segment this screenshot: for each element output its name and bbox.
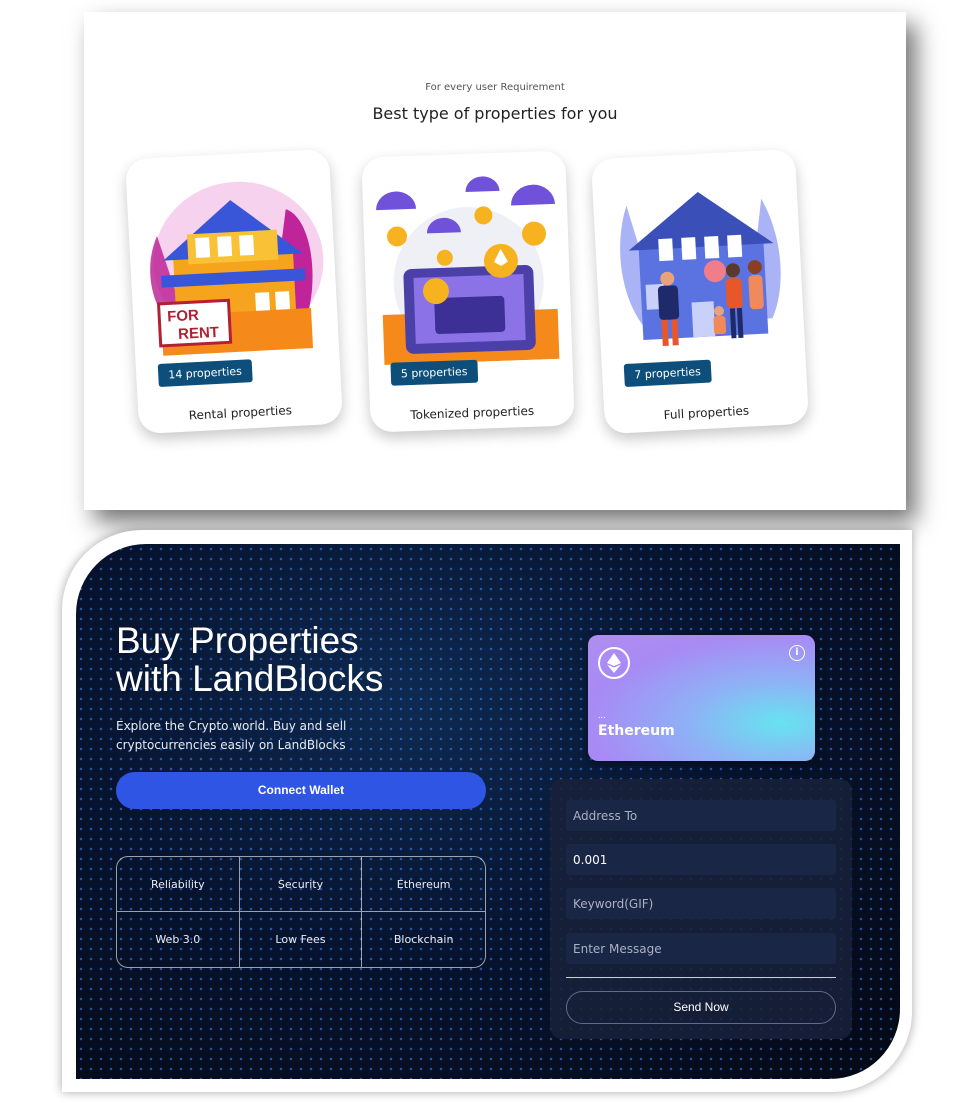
hero-title-line2: with LandBlocks bbox=[116, 658, 384, 699]
family-house-illustration bbox=[620, 191, 781, 347]
hero-subtitle: Explore the Crypto world. Buy and sell c… bbox=[116, 719, 347, 752]
property-card-rental[interactable]: FOR RENT 14 properties Rental properties bbox=[124, 148, 344, 435]
property-card-label: Tokenized properties bbox=[410, 403, 535, 423]
connect-wallet-button[interactable]: Connect Wallet bbox=[116, 772, 486, 809]
property-card-label: Full properties bbox=[663, 403, 750, 423]
property-card-full[interactable]: 7 properties Full properties bbox=[590, 148, 810, 435]
rental-house-illustration: FOR RENT bbox=[150, 181, 324, 356]
ethereum-card: i ... Ethereum bbox=[588, 635, 815, 761]
network-name: Ethereum bbox=[598, 723, 675, 739]
form-divider bbox=[566, 977, 836, 978]
feature-reliability: Reliability bbox=[117, 857, 240, 912]
message-input[interactable] bbox=[566, 933, 836, 964]
crypto-wallet-illustration bbox=[376, 176, 560, 365]
property-card-tokenized[interactable]: 5 properties Tokenized properties bbox=[361, 150, 575, 433]
section-title: Best type of properties for you bbox=[372, 104, 618, 123]
wallet-address: ... bbox=[598, 711, 606, 720]
hero-section: Buy Properties with LandBlocks Explore t… bbox=[76, 544, 900, 1079]
for-rent-sign-line2: RENT bbox=[178, 324, 220, 343]
ethereum-icon bbox=[598, 647, 630, 679]
keyword-gif-input[interactable] bbox=[566, 888, 836, 919]
properties-section: For every user Requirement Best type of … bbox=[84, 12, 906, 510]
feature-blockchain: Blockchain bbox=[393, 933, 454, 946]
feature-ethereum: Ethereum bbox=[362, 857, 485, 912]
property-count-badge: 7 properties bbox=[623, 359, 712, 388]
feature-low-fees: Low Fees bbox=[240, 912, 363, 967]
feature-web3: Web 3.0 bbox=[117, 912, 240, 967]
amount-input[interactable] bbox=[566, 844, 836, 875]
property-count-badge: 5 properties bbox=[390, 359, 478, 386]
hero-title: Buy Properties with LandBlocks bbox=[116, 622, 496, 698]
property-card-label: Rental properties bbox=[188, 403, 293, 423]
feature-security: Security bbox=[239, 857, 363, 912]
section-eyebrow: For every user Requirement bbox=[425, 82, 565, 93]
feature-grid: Reliability Security Ethereum Web 3.0 Lo… bbox=[116, 856, 486, 968]
property-count-badge: 14 properties bbox=[157, 359, 253, 388]
hero-title-line1: Buy Properties bbox=[116, 620, 359, 661]
info-icon[interactable]: i bbox=[789, 645, 805, 661]
transfer-form: Send Now bbox=[550, 779, 852, 1039]
address-to-input[interactable] bbox=[566, 800, 836, 831]
send-now-button[interactable]: Send Now bbox=[566, 991, 836, 1024]
for-rent-sign-line1: FOR bbox=[167, 307, 200, 326]
